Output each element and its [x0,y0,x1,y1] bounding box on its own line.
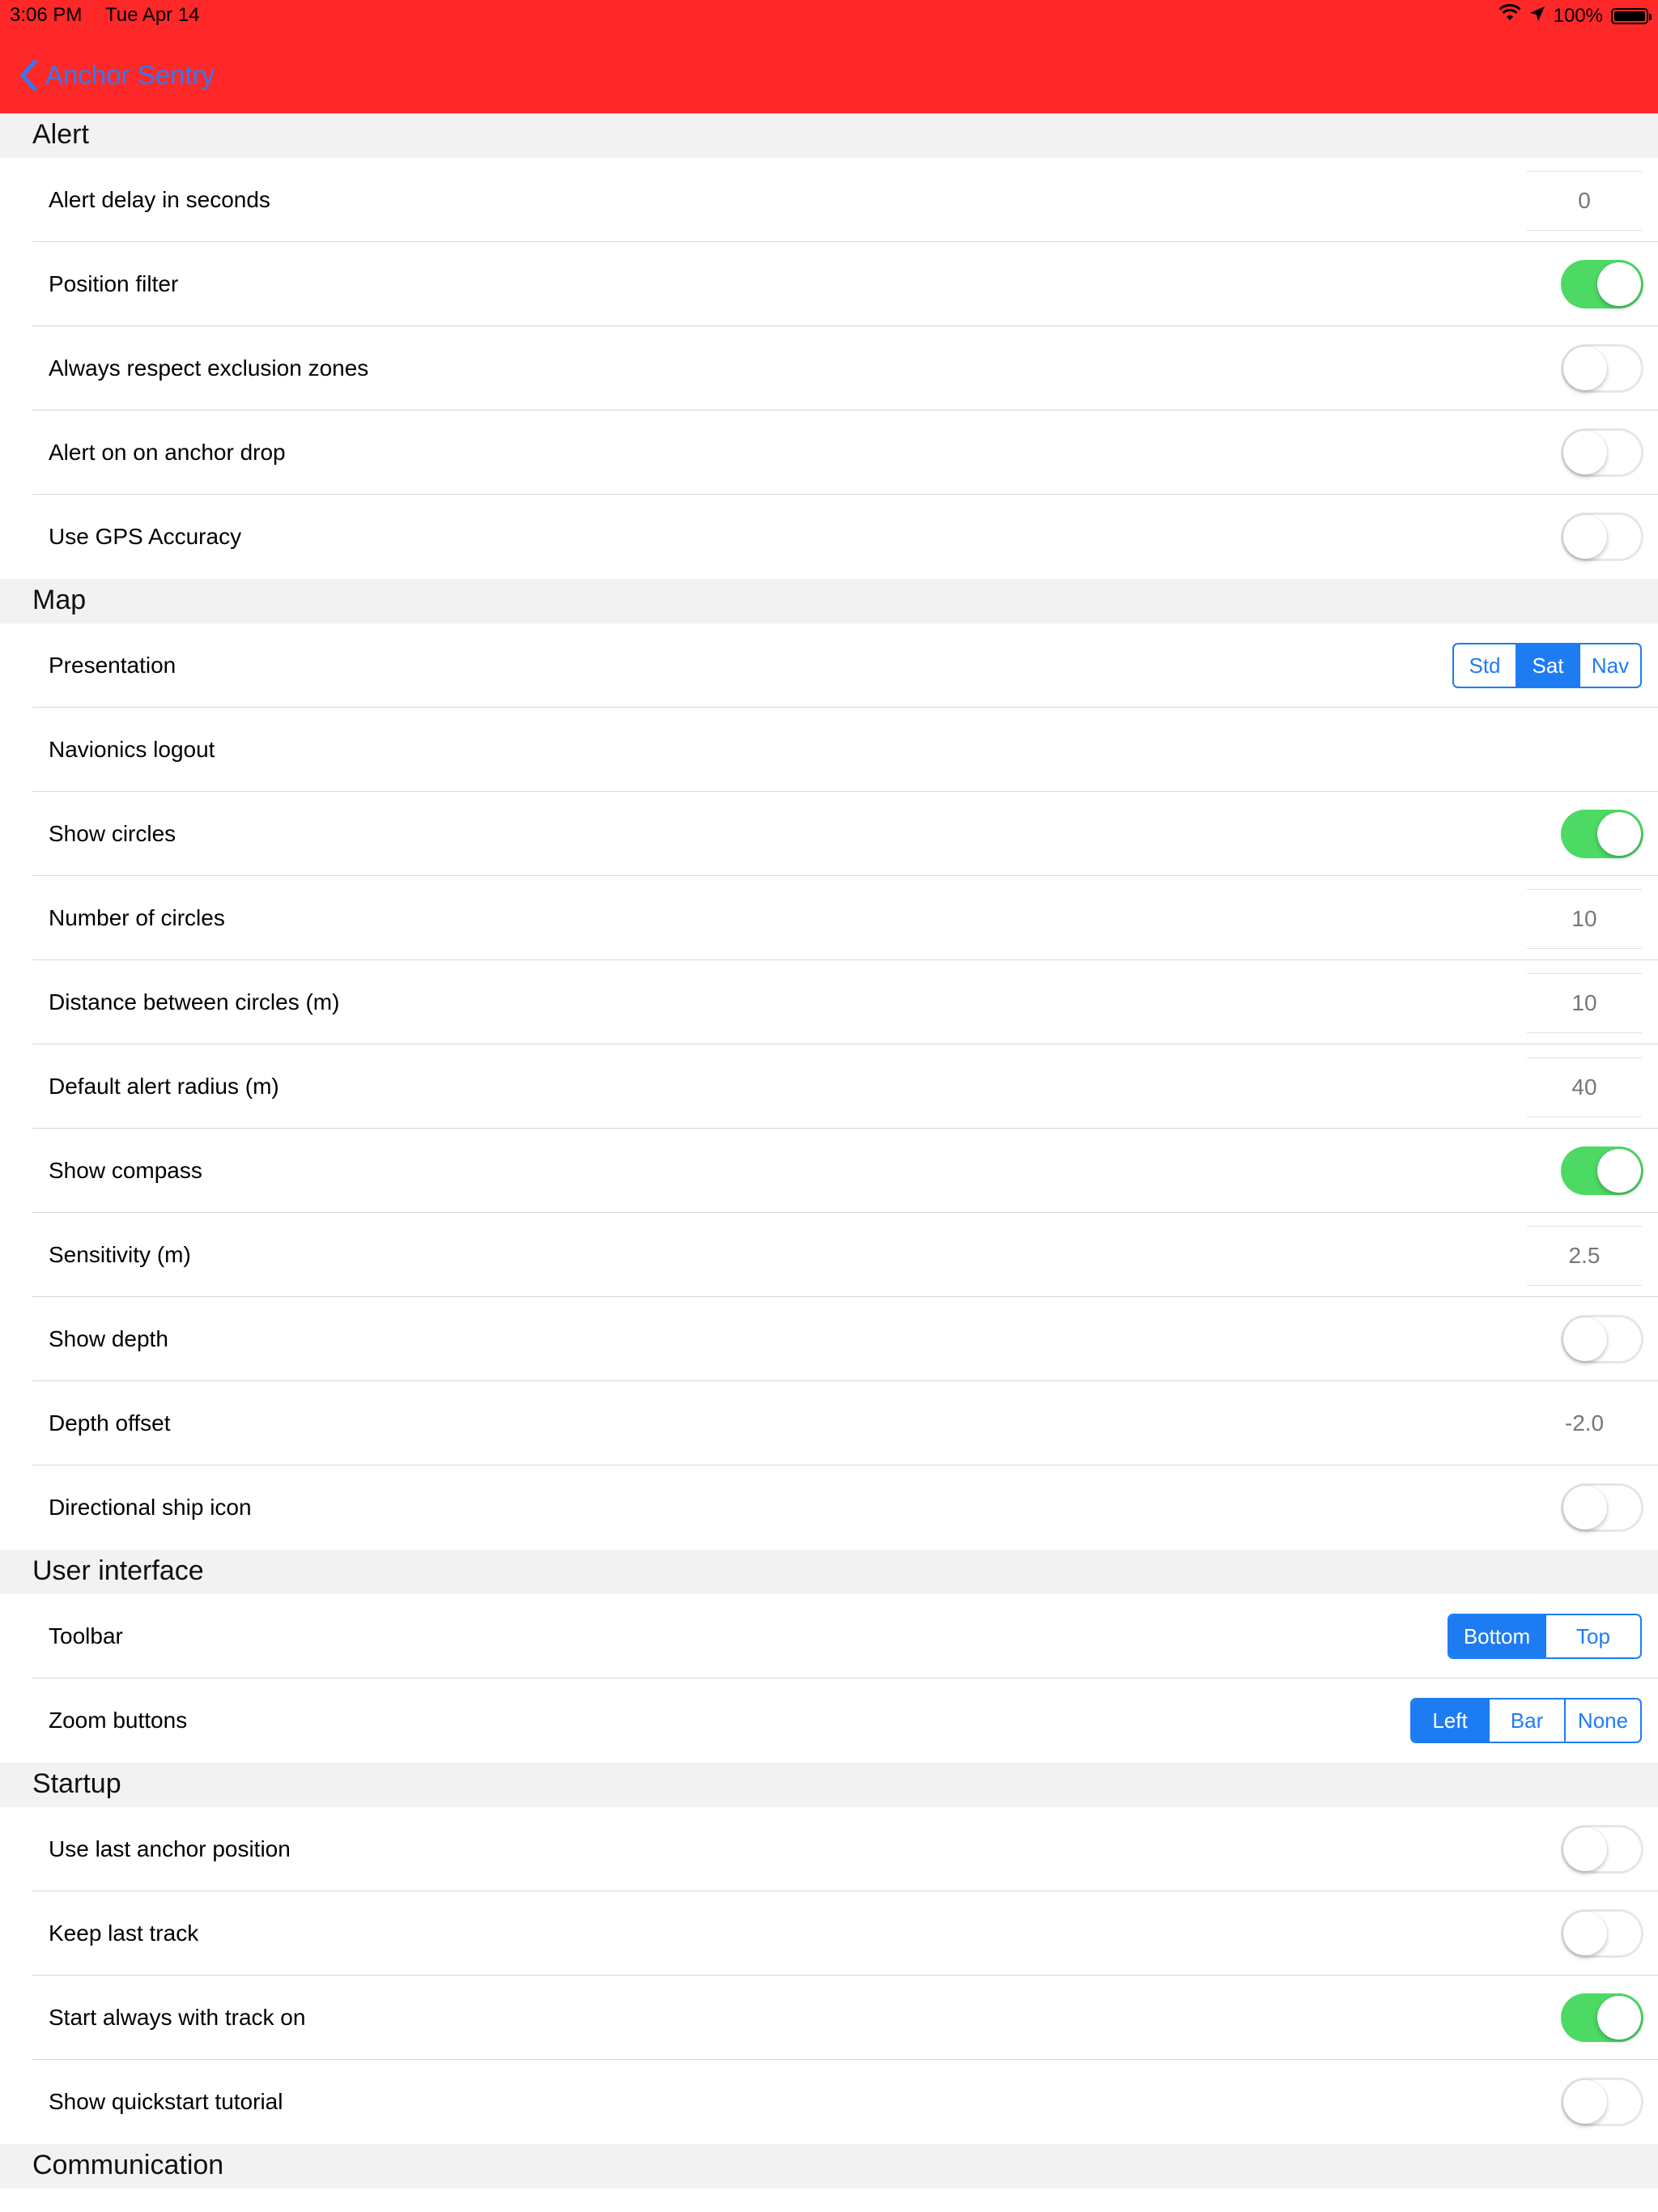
location-arrow-icon [1529,5,1545,28]
row-use-last-anchor-position: Use last anchor position [0,1807,1658,1891]
distance-between-circles-input[interactable]: 10 [1527,973,1642,1033]
chevron-left-icon [20,59,37,91]
start-with-track-on-toggle[interactable] [1561,1993,1643,2042]
presentation-segmented-control: Std Sat Nav [1452,643,1642,688]
directional-ship-icon-toggle[interactable] [1561,1483,1643,1532]
row-show-depth: Show depth [0,1297,1658,1381]
section-header-alert: Alert [0,113,1658,158]
section-header-startup: Startup [0,1763,1658,1807]
toolbar-segmented-control: Bottom Top [1448,1614,1642,1659]
default-alert-radius-input[interactable]: 40 [1527,1057,1642,1117]
show-circles-toggle[interactable] [1561,810,1643,858]
row-label: Position filter [49,271,179,296]
sensitivity-input[interactable]: 2.5 [1527,1226,1642,1286]
position-filter-toggle[interactable] [1561,260,1643,308]
row-label: Always respect exclusion zones [49,355,369,381]
zoom-option-left[interactable]: Left [1412,1699,1488,1742]
status-time: 3:06 PM [10,4,83,26]
row-start-with-track-on: Start always with track on [0,1976,1658,2060]
row-zoom-buttons: Zoom buttons Left Bar None [0,1678,1658,1763]
show-quickstart-tutorial-toggle[interactable] [1561,2078,1643,2126]
row-label: Distance between circles (m) [49,989,340,1015]
row-label: Show compass [49,1158,202,1183]
use-last-anchor-position-toggle[interactable] [1561,1825,1643,1874]
row-keep-last-track: Keep last track [0,1891,1658,1976]
row-label: Depth offset [49,1410,171,1436]
row-label: Alert delay in seconds [49,187,270,212]
number-of-circles-input[interactable]: 10 [1527,889,1642,949]
alert-anchor-drop-toggle[interactable] [1561,428,1643,477]
zoom-buttons-segmented-control: Left Bar None [1410,1698,1642,1743]
alert-delay-input[interactable]: 0 [1527,171,1642,231]
presentation-option-nav[interactable]: Nav [1579,644,1640,687]
row-alert-anchor-drop: Alert on on anchor drop [0,410,1658,495]
row-distance-between-circles: Distance between circles (m) 10 [0,960,1658,1044]
row-default-alert-radius: Default alert radius (m) 40 [0,1044,1658,1129]
row-label: Use GPS Accuracy [49,524,242,549]
presentation-option-std[interactable]: Std [1454,644,1516,687]
status-right: 100% [1499,3,1652,28]
row-label: Use last anchor position [49,1836,291,1861]
row-show-compass: Show compass [0,1129,1658,1213]
toolbar-option-top[interactable]: Top [1545,1615,1640,1657]
row-label: Keep last track [49,1921,199,1946]
wifi-icon [1499,3,1521,28]
row-label: Sensitivity (m) [49,1242,191,1267]
row-label: Toolbar [49,1623,123,1648]
row-label: Zoom buttons [49,1708,188,1733]
row-presentation: Presentation Std Sat Nav [0,623,1658,708]
status-date: Tue Apr 14 [105,4,200,26]
row-label: Presentation [49,653,176,678]
row-directional-ship-icon: Directional ship icon [0,1465,1658,1550]
keep-last-track-toggle[interactable] [1561,1909,1643,1958]
navigation-bar: 3:06 PM Tue Apr 14 100% Anchor Sentry [0,0,1658,113]
row-exclusion-zones: Always respect exclusion zones [0,326,1658,410]
row-label: Show depth [49,1326,168,1351]
row-label: Directional ship icon [49,1495,252,1520]
section-header-user-interface: User interface [0,1550,1658,1594]
toolbar-option-bottom[interactable]: Bottom [1449,1615,1545,1657]
presentation-option-sat[interactable]: Sat [1516,644,1579,687]
row-position-filter: Position filter [0,242,1658,326]
row-label: Show circles [49,821,176,846]
row-label: Alert on on anchor drop [49,440,286,465]
row-show-circles: Show circles [0,792,1658,876]
row-alert-delay: Alert delay in seconds 0 [0,158,1658,242]
row-sensitivity: Sensitivity (m) 2.5 [0,1213,1658,1297]
row-show-quickstart-tutorial: Show quickstart tutorial [0,2060,1658,2144]
show-depth-toggle[interactable] [1561,1315,1643,1363]
zoom-option-none[interactable]: None [1564,1699,1640,1742]
section-header-map: Map [0,579,1658,623]
battery-percent: 100% [1553,4,1603,27]
row-label: Start always with track on [49,2005,306,2030]
row-label: Show quickstart tutorial [49,2089,283,2114]
section-header-communication: Communication [0,2144,1658,2189]
show-compass-toggle[interactable] [1561,1146,1643,1195]
row-label: Navionics logout [49,737,215,762]
row-toolbar: Toolbar Bottom Top [0,1594,1658,1678]
row-depth-offset: Depth offset -2.0 [0,1381,1658,1465]
battery-icon [1611,7,1652,24]
depth-offset-input[interactable]: -2.0 [1527,1381,1642,1465]
row-gps-accuracy: Use GPS Accuracy [0,495,1658,579]
exclusion-zones-toggle[interactable] [1561,344,1643,393]
row-navionics-logout[interactable]: Navionics logout [0,708,1658,792]
back-label: Anchor Sentry [45,60,215,90]
row-label: Number of circles [49,905,225,930]
row-number-of-circles: Number of circles 10 [0,876,1658,960]
zoom-option-bar[interactable]: Bar [1488,1699,1564,1742]
row-label: Default alert radius (m) [49,1074,279,1099]
gps-accuracy-toggle[interactable] [1561,513,1643,561]
back-button[interactable]: Anchor Sentry [19,55,215,96]
settings-list: Alert Alert delay in seconds 0 Position … [0,113,1658,2189]
status-bar: 3:06 PM Tue Apr 14 100% [10,3,1652,30]
